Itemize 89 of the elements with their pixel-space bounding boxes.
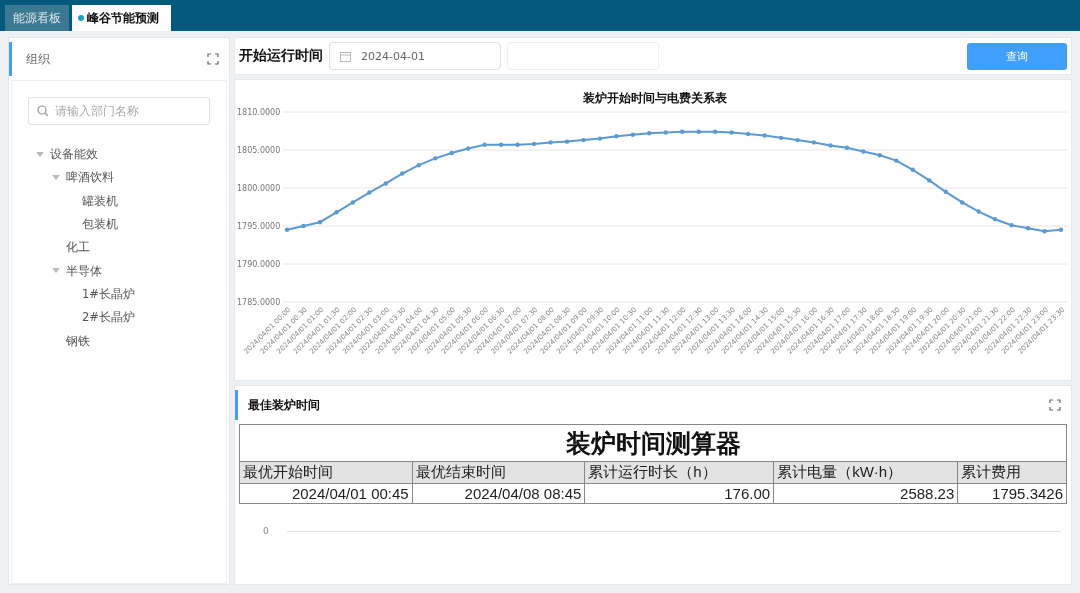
table-cell: 176.00 [584, 483, 774, 504]
data-point [960, 200, 965, 205]
data-point [334, 210, 339, 215]
axis-label: 1790.0000 [237, 260, 281, 269]
data-point [350, 200, 356, 205]
data-point [762, 133, 767, 138]
tree-item[interactable]: 半导体 [66, 263, 102, 279]
data-point [531, 141, 537, 147]
data-point [1009, 223, 1014, 228]
axis-label: 1785.0000 [237, 298, 281, 307]
table-title: 装炉时间测算器 [239, 424, 1067, 462]
caret-icon[interactable] [36, 151, 44, 158]
search-icon [37, 105, 49, 117]
data-point [301, 223, 306, 229]
data-point [367, 190, 372, 195]
data-point [811, 140, 817, 145]
date-field[interactable]: 2024-04-01 [329, 42, 501, 70]
data-point [828, 143, 833, 148]
tree-item[interactable]: 设备能效 [50, 147, 98, 163]
data-point [1025, 226, 1031, 231]
caret-icon[interactable] [52, 174, 60, 181]
axis-label: 1805.0000 [237, 146, 281, 155]
panel-title: 组织 [25, 50, 50, 68]
caret-icon[interactable] [52, 268, 60, 275]
axis-label: 0 [263, 526, 269, 536]
data-point [778, 135, 784, 141]
data-point [597, 136, 603, 141]
axis-label: 1800.0000 [237, 184, 281, 193]
table-cell: 2024/04/01 00:45 [239, 483, 413, 504]
table-cell: 2588.23 [773, 483, 958, 504]
search-box[interactable]: 请输入部门名称 [28, 97, 210, 125]
tree-item[interactable]: 化工 [66, 240, 90, 256]
data-point [795, 137, 800, 143]
data-point [927, 178, 932, 183]
data-point [1042, 229, 1047, 234]
tree-item[interactable]: 包装机 [82, 217, 118, 233]
table-cell: 1795.3426 [957, 483, 1067, 504]
column-header: 最优结束时间 [412, 461, 585, 484]
table-cell: 2024/04/08 08:45 [412, 483, 585, 504]
tree-item[interactable]: 啤酒饮料 [66, 170, 114, 186]
fullscreen-icon[interactable] [207, 53, 219, 65]
data-point [515, 142, 520, 147]
data-point [433, 156, 438, 161]
tab[interactable]: 能源看板 [5, 5, 69, 31]
axis-label: 1795.0000 [237, 222, 281, 231]
data-point [844, 145, 850, 150]
data-point [416, 163, 421, 168]
chart-title: 装炉开始时间与电费关系表 [583, 91, 727, 105]
tab[interactable]: 峰谷节能预测 [72, 5, 171, 31]
data-point [482, 142, 487, 147]
tree-item[interactable]: 罐装机 [82, 193, 118, 209]
tree-item[interactable]: 2#长晶炉 [82, 310, 135, 326]
column-header: 最优开始时间 [239, 461, 413, 484]
data-point [680, 129, 685, 134]
calendar-icon [340, 50, 351, 62]
data-point [877, 153, 883, 158]
data-point [992, 216, 998, 222]
data-point [284, 227, 290, 232]
tree-item[interactable]: 1#长晶炉 [82, 286, 135, 302]
data-point [696, 129, 701, 134]
data-point [729, 130, 734, 135]
data-point [976, 209, 981, 214]
data-point [548, 140, 553, 145]
data-point [614, 134, 619, 139]
data-point [400, 171, 405, 176]
tree-item[interactable]: 钢铁 [66, 333, 90, 349]
data-point [712, 129, 718, 134]
data-point [465, 146, 471, 151]
column-header: 累计电量（kW·h） [773, 461, 958, 484]
data-point [498, 142, 504, 147]
axis-label: 1810.0000 [237, 108, 281, 117]
data-point [317, 220, 323, 225]
data-point [910, 167, 915, 172]
data-point [449, 150, 454, 156]
data-point [745, 131, 751, 137]
data-point [894, 158, 899, 163]
data-point [630, 132, 636, 137]
data-point [1058, 227, 1064, 232]
data-point [663, 130, 668, 135]
column-header: 累计运行时长（h） [584, 461, 774, 484]
data-point [861, 149, 866, 154]
data-point [564, 139, 570, 144]
filter-label: 开始运行时间 [239, 47, 323, 65]
fullscreen-icon[interactable] [1049, 399, 1061, 411]
data-point [943, 189, 948, 194]
panel-title: 最佳装炉时间 [247, 396, 320, 414]
data-point [383, 181, 388, 186]
data-point [581, 137, 586, 143]
data-point [647, 131, 652, 136]
